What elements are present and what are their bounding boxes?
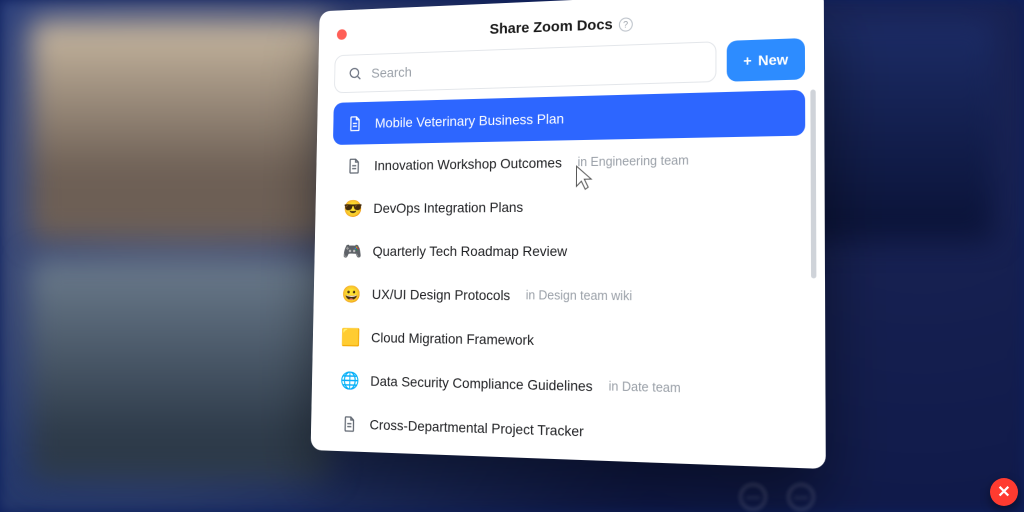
new-button[interactable]: + New [727,38,805,82]
doc-title: DevOps Integration Plans [373,199,523,216]
doc-location: in Design team wiki [526,288,633,303]
doc-list-item[interactable]: 🎮 Quarterly Tech Roadmap Review [330,228,805,274]
doc-list-item[interactable]: Innovation Workshop Outcomes in Engineeri… [332,136,805,188]
toolbar-button[interactable]: ⋯ [788,484,814,510]
document-icon [340,414,359,434]
document-icon [346,114,364,134]
search-icon [346,64,364,84]
share-docs-panel: Share Zoom Docs ? + New Mobile V [311,0,826,469]
emoji-icon: 😎 [344,199,362,219]
doc-title: Cloud Migration Framework [371,329,534,348]
document-icon [345,156,363,176]
doc-title: Mobile Veterinary Business Plan [375,110,564,130]
close-button[interactable]: ✕ [990,478,1018,506]
emoji-icon: 🌐 [341,370,360,390]
window-close-dot[interactable] [337,29,347,40]
doc-title: Innovation Workshop Outcomes [374,154,562,173]
meeting-toolbar: ⋯ ⋯ [740,484,814,510]
doc-location: in Engineering team [577,153,688,169]
emoji-icon: 🟨 [342,327,361,347]
plus-icon: + [743,52,751,69]
toolbar-button[interactable]: ⋯ [740,484,766,510]
doc-title: Quarterly Tech Roadmap Review [373,243,568,259]
help-icon[interactable]: ? [619,17,633,32]
emoji-icon: 😀 [343,284,362,304]
scrollbar[interactable] [810,90,816,279]
doc-location: in Date team [609,379,681,395]
close-icon: ✕ [997,482,1010,502]
doc-list-item[interactable]: 😎 DevOps Integration Plans [331,182,805,230]
doc-list: Mobile Veterinary Business Plan Innovatio… [327,90,806,462]
new-button-label: New [758,51,788,68]
search-input[interactable] [371,54,703,81]
doc-title: UX/UI Design Protocols [372,286,511,303]
panel-title: Share Zoom Docs [489,16,612,38]
doc-title: Cross-Departmental Project Tracker [369,416,583,439]
doc-title: Data Security Compliance Guidelines [370,373,592,394]
doc-list-item[interactable]: 😀 UX/UI Design Protocols in Design team wi… [330,272,806,320]
emoji-icon: 🎮 [343,241,362,260]
